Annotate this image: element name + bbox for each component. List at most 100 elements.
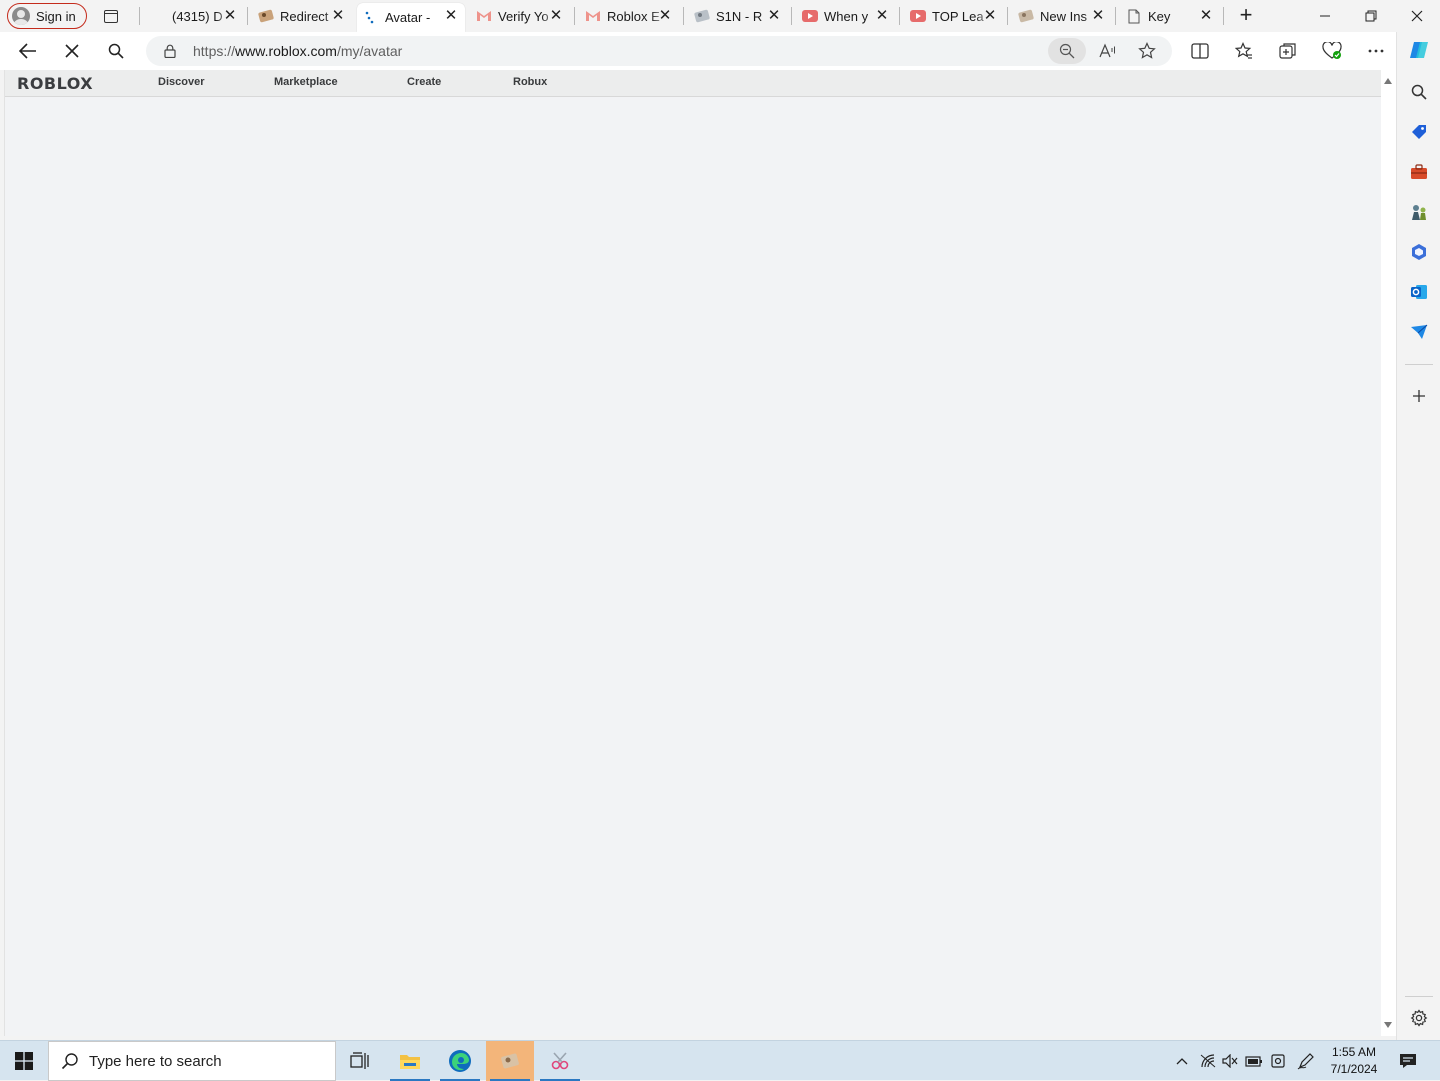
tab-new-ins[interactable]: New Ins ✕	[1012, 3, 1112, 29]
shopping-tag-icon	[1412, 125, 1426, 139]
network-tray-button[interactable]	[1198, 1051, 1218, 1071]
pen-tray-button[interactable]	[1296, 1051, 1316, 1071]
start-button[interactable]	[0, 1041, 48, 1081]
sidebar-games-button[interactable]	[1409, 202, 1429, 222]
nav-link-create[interactable]: Create	[407, 76, 441, 88]
tab-separator	[247, 7, 248, 25]
tab-youtube-2[interactable]: TOP Lea ✕	[904, 3, 1004, 29]
tab-actions-icon	[104, 9, 118, 23]
task-view-button[interactable]	[336, 1041, 384, 1081]
zoom-button[interactable]	[1048, 38, 1086, 64]
collections-button[interactable]	[1276, 39, 1300, 63]
tab-separator	[683, 7, 684, 25]
split-screen-button[interactable]	[1188, 39, 1212, 63]
edge-taskbar-button[interactable]	[436, 1041, 484, 1081]
sidebar-settings-button[interactable]	[1409, 1008, 1429, 1028]
web-content: ROBLOX Discover Marketplace Create Robux	[4, 70, 1382, 1036]
star-icon	[1138, 42, 1156, 59]
url-path: /my/avatar	[336, 43, 403, 59]
plus-icon	[1413, 390, 1425, 402]
favorite-star-button[interactable]	[1137, 41, 1157, 61]
sidebar-outlook-button[interactable]	[1409, 282, 1429, 302]
search-icon	[1411, 84, 1427, 100]
sidebar-m365-button[interactable]	[1409, 242, 1429, 262]
nav-link-discover[interactable]: Discover	[158, 76, 204, 88]
tab-close-button[interactable]: ✕	[443, 8, 459, 24]
address-bar[interactable]: https://www.roblox.com/my/avatar	[146, 36, 1172, 66]
favorites-button[interactable]	[1232, 39, 1256, 63]
tab-separator	[574, 7, 575, 25]
sidebar-tools-button[interactable]	[1409, 162, 1429, 182]
sidebar-divider	[1405, 364, 1433, 365]
tab-redirect[interactable]: Redirect ✕	[252, 3, 352, 29]
tab-separator	[1007, 7, 1008, 25]
profile-button[interactable]: Sign in	[7, 3, 87, 29]
taskbar-search-box[interactable]: Type here to search	[48, 1041, 336, 1081]
nav-link-robux[interactable]: Robux	[513, 76, 547, 88]
tab-close-button[interactable]: ✕	[982, 8, 998, 24]
lock-icon[interactable]	[164, 44, 176, 58]
tab-close-button[interactable]: ✕	[1090, 8, 1106, 24]
minimize-button[interactable]	[1302, 3, 1348, 29]
tab-close-button[interactable]: ✕	[1198, 8, 1214, 24]
sidebar-add-button[interactable]	[1409, 386, 1429, 406]
tab-youtube-1[interactable]: When y ✕	[796, 3, 896, 29]
sidebar-search-button[interactable]	[1409, 82, 1429, 102]
page-scrollbar[interactable]	[1381, 70, 1396, 1036]
new-tab-button[interactable]: +	[1235, 4, 1257, 27]
browser-essentials-button[interactable]	[1320, 39, 1344, 63]
scroll-down-icon[interactable]	[1384, 1022, 1392, 1028]
page-icon	[1126, 8, 1142, 24]
sidebar-drop-button[interactable]	[1409, 322, 1429, 342]
roblox-app-taskbar-button[interactable]	[486, 1041, 534, 1081]
snipping-tool-taskbar-button[interactable]	[536, 1041, 584, 1081]
volume-tray-button[interactable]	[1220, 1051, 1240, 1071]
search-icon	[61, 1053, 78, 1070]
stop-loading-button[interactable]	[60, 39, 84, 63]
search-button[interactable]	[104, 39, 128, 63]
tab-s1n[interactable]: S1N - R ✕	[688, 3, 788, 29]
url-text[interactable]: https://www.roblox.com/my/avatar	[193, 43, 402, 59]
meet-now-tray-button[interactable]	[1268, 1051, 1288, 1071]
scroll-up-icon[interactable]	[1384, 78, 1392, 84]
sidebar-divider	[1405, 996, 1433, 997]
roblox-logo[interactable]: ROBLOX	[17, 74, 93, 93]
battery-tray-button[interactable]	[1244, 1051, 1264, 1071]
roblox-avatar-icon	[258, 8, 274, 24]
tab-separator	[1115, 7, 1116, 25]
close-window-button[interactable]	[1394, 3, 1440, 29]
copilot-button[interactable]	[1409, 40, 1429, 60]
favorites-icon	[1235, 42, 1252, 59]
outlook-icon	[1411, 285, 1427, 299]
read-aloud-button[interactable]	[1098, 41, 1118, 61]
youtube-icon	[910, 8, 926, 24]
roblox-avatar-icon	[501, 1053, 519, 1069]
drop-send-icon	[1411, 324, 1428, 339]
tab-close-button[interactable]: ✕	[766, 8, 782, 24]
sidebar-shopping-button[interactable]	[1409, 122, 1429, 142]
file-explorer-button[interactable]	[386, 1041, 434, 1081]
tab-discord[interactable]: (4315) D ✕	[144, 3, 244, 29]
tab-close-button[interactable]: ✕	[657, 8, 673, 24]
tab-roblox-gmail[interactable]: Roblox E ✕	[579, 3, 679, 29]
settings-and-more-button[interactable]	[1364, 39, 1388, 63]
windows-logo-icon	[15, 1052, 33, 1070]
tab-close-button[interactable]: ✕	[874, 8, 890, 24]
show-hidden-icons-button[interactable]	[1172, 1051, 1192, 1071]
tab-actions-button[interactable]	[101, 6, 121, 26]
nav-link-marketplace[interactable]: Marketplace	[274, 76, 338, 88]
loading-spinner-icon	[363, 10, 379, 26]
tab-verify-gmail[interactable]: Verify Yo ✕	[470, 3, 570, 29]
tab-close-button[interactable]: ✕	[548, 8, 564, 24]
tab-separator	[1223, 7, 1224, 25]
tab-close-button[interactable]: ✕	[330, 8, 346, 24]
back-button[interactable]	[16, 39, 40, 63]
restore-button[interactable]	[1348, 3, 1394, 29]
notification-center-button[interactable]	[1397, 1051, 1419, 1071]
minimize-icon	[1320, 15, 1330, 17]
tab-avatar-active[interactable]: Avatar - ✕	[357, 3, 465, 32]
tab-key[interactable]: Key ✕	[1120, 3, 1220, 29]
tab-separator	[791, 7, 792, 25]
tab-close-button[interactable]: ✕	[222, 8, 238, 24]
taskbar-clock[interactable]: 1:55 AM 7/1/2024	[1320, 1044, 1388, 1078]
